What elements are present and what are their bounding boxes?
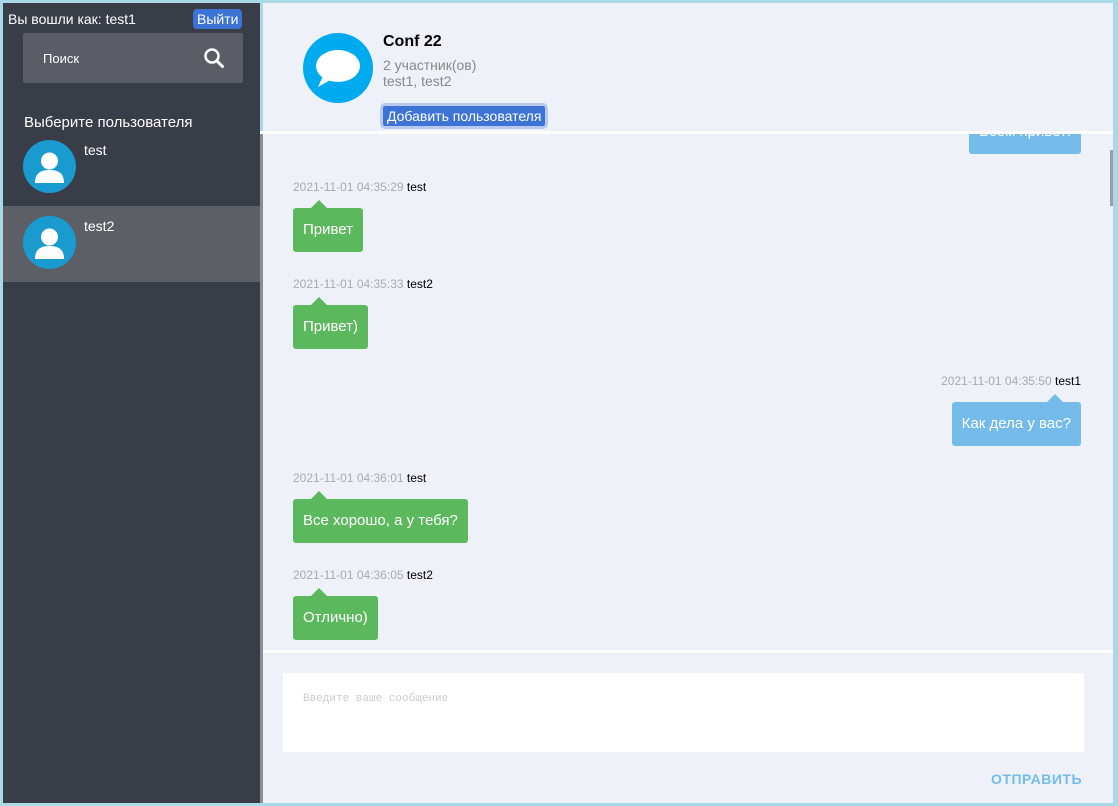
user-avatar-icon <box>23 216 76 269</box>
search-input[interactable] <box>23 33 198 83</box>
member-list: test1, test2 <box>383 73 452 89</box>
message-time: 2021-11-01 04:36:05 <box>293 568 404 582</box>
composer-divider <box>263 650 1113 653</box>
conversation-title: Conf 22 <box>383 33 442 50</box>
message-bubble: Привет <box>293 200 364 252</box>
search-icon[interactable] <box>203 47 225 69</box>
message-author: test <box>406 180 427 194</box>
message-author: test1 <box>1054 374 1081 388</box>
message-input[interactable] <box>283 673 1084 752</box>
chat-panel: Conf 22 2 участник(ов) test1, test2 Доба… <box>260 3 1113 803</box>
message-author: test2 <box>406 568 433 582</box>
scrollbar-thumb[interactable] <box>1110 150 1113 206</box>
choose-user-heading: Выберите пользователя <box>24 114 193 131</box>
message-time: 2021-11-01 04:35:50 <box>941 374 1052 388</box>
message-time: 2021-11-01 04:35:33 <box>293 277 404 291</box>
logged-in-label: Вы вошли как: test1 <box>8 11 136 27</box>
message-meta: 2021-11-01 04:36:01 test <box>293 471 426 485</box>
message-time: 2021-11-01 04:36:01 <box>293 471 404 485</box>
user-list-item-test[interactable]: test <box>3 130 260 206</box>
message-list[interactable]: Всем привет! 2021-11-01 04:35:29 test Пр… <box>263 134 1113 650</box>
message-time: 2021-11-01 04:35:29 <box>293 180 404 194</box>
message-meta: 2021-11-01 04:35:33 test2 <box>293 277 433 291</box>
message-bubble-partial: Всем привет! <box>969 134 1081 154</box>
user-name: test <box>84 142 107 158</box>
message-meta: 2021-11-01 04:36:05 test2 <box>293 568 433 582</box>
user-name: test2 <box>84 218 115 234</box>
user-avatar-icon <box>23 140 76 193</box>
sidebar: Вы вошли как: test1 Выйти Выберите польз… <box>3 3 260 803</box>
message-bubble: Все хорошо, а у тебя? <box>293 491 468 543</box>
message-bubble: Привет) <box>293 297 369 349</box>
message-bubble: Отлично) <box>293 588 378 640</box>
send-button[interactable]: ОТПРАВИТЬ <box>991 771 1082 787</box>
message-meta: 2021-11-01 04:35:50 test1 <box>941 374 1081 388</box>
message-author: test2 <box>406 277 433 291</box>
chat-bubble-icon <box>303 33 373 103</box>
message-meta: 2021-11-01 04:35:29 test <box>293 180 426 194</box>
user-list-item-test2[interactable]: test2 <box>3 206 260 282</box>
message-bubble: Как дела у вас? <box>951 394 1081 446</box>
participant-count: 2 участник(ов) <box>383 57 477 73</box>
search-box <box>23 33 243 83</box>
add-user-button[interactable]: Добавить пользователя <box>380 103 549 129</box>
logout-button[interactable]: Выйти <box>193 9 243 29</box>
message-author: test <box>406 471 427 485</box>
